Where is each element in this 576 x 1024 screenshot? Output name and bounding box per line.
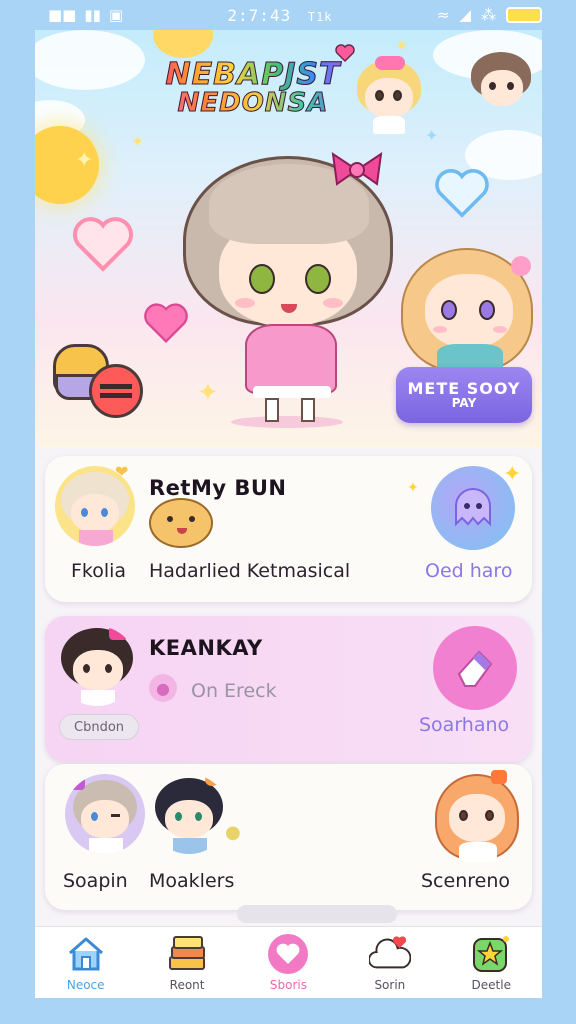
- clock-time: 2:7:43: [227, 5, 292, 25]
- status-badge[interactable]: Cbndon: [59, 714, 140, 740]
- heart-icon: [72, 217, 134, 272]
- eraser-tool-button[interactable]: [433, 626, 517, 710]
- avatar: [65, 774, 145, 854]
- wifi-icon: ≈: [436, 6, 450, 24]
- nav-item-stories[interactable]: Sboris: [243, 933, 333, 992]
- chibi-mascot-small: [353, 56, 425, 136]
- nav-item-recent[interactable]: Reont: [142, 934, 232, 992]
- avatar: [149, 774, 229, 854]
- ghost-icon: [455, 488, 491, 527]
- feature-card-3[interactable]: ● Soapin Moaklers Scenreno: [45, 764, 532, 923]
- bluetooth-icon: ⁂: [481, 6, 496, 24]
- app-frame: ✦ ✦ ✦ ✦ ✦ NEBAPJST NEDONSA METE SOOY PAY…: [35, 30, 542, 998]
- sparkle-icon: ✦: [75, 148, 94, 173]
- status-bar: ■■ ▮▮ ▣ 2:7:43 T1k ≈ ◢ ⁂: [0, 0, 576, 30]
- nav-label: Sorin: [374, 977, 406, 992]
- heart-icon: [335, 44, 355, 62]
- card-description: Moaklers: [149, 870, 235, 892]
- feature-card-2[interactable]: KEANKAY ● On Ereck Cbndon Soarhano: [45, 616, 532, 762]
- nav-label: Deetle: [471, 977, 511, 992]
- card-title: RetMy BUN: [149, 476, 287, 500]
- card-label: Soapin: [63, 870, 128, 892]
- sparkle-icon: ✦: [503, 462, 522, 487]
- cloud-heart-icon: [368, 934, 411, 974]
- chat-bubble-icon: ●: [225, 822, 241, 843]
- sparkle-icon: ✦: [131, 132, 145, 151]
- logo-line1: NEBAPJST: [153, 59, 353, 90]
- star-badge-icon: [470, 934, 512, 974]
- heart-icon: [435, 169, 489, 218]
- meet-cta-line1: METE SOOY: [407, 378, 521, 398]
- chibi-main-character: [173, 148, 403, 428]
- progress-bar: [237, 905, 397, 923]
- chibi-side-character: [399, 244, 539, 374]
- signal-icon: ▮▮: [84, 6, 101, 24]
- cell-signal-icon: ◢: [459, 6, 471, 24]
- card-title: KEANKAY: [149, 636, 263, 660]
- logo-line2: NEDONSA: [153, 90, 353, 117]
- sparkle-icon: ✦: [407, 480, 419, 496]
- hero-banner: ✦ ✦ ✦ ✦ ✦ NEBAPJST NEDONSA METE SOOY PAY: [35, 30, 542, 448]
- card-subtitle: On Ereck: [191, 680, 277, 702]
- heart-icon: ❤: [115, 462, 129, 481]
- chat-bubble-icon: ●: [149, 674, 177, 702]
- nav-label: Reont: [169, 977, 205, 992]
- chibi-avatar: [429, 770, 525, 862]
- nav-item-details[interactable]: Deetle: [446, 934, 536, 992]
- game-controller-icon[interactable]: [53, 340, 145, 420]
- nav-label: Neoce: [66, 977, 105, 992]
- avatar: [57, 626, 137, 706]
- sparkle-icon: ✦: [395, 36, 409, 55]
- home-icon: [65, 934, 107, 974]
- feature-card-1[interactable]: ❤ RetMy BUN Fkolia Hadarlied Ketmasical …: [45, 456, 532, 602]
- battery-icon: [506, 7, 542, 23]
- book-stack-icon: [166, 934, 208, 974]
- chibi-mascot-corner: [471, 52, 533, 114]
- fluffy-pet-icon: [149, 498, 213, 548]
- nav-item-home[interactable]: Neoce: [41, 934, 131, 992]
- clock-extra: T1k: [307, 9, 333, 24]
- card-link[interactable]: Soarhano: [419, 714, 509, 736]
- card-link[interactable]: Scenreno: [421, 870, 510, 892]
- app-logo: NEBAPJST NEDONSA: [153, 59, 353, 117]
- card-description: Hadarlied Ketmasical: [149, 560, 351, 582]
- meet-cta-line2: PAY: [451, 396, 477, 411]
- nav-label: Sboris: [269, 977, 308, 992]
- heart-icon: [267, 933, 309, 974]
- notification-icon: ■■: [48, 6, 77, 24]
- sun-decoration: [153, 30, 213, 58]
- app-badge-icon: ▣: [108, 6, 124, 24]
- meet-cta-button[interactable]: METE SOOY PAY: [396, 367, 532, 423]
- eraser-icon: [457, 650, 493, 687]
- progress-fill: [237, 905, 397, 923]
- bottom-navigation: Neoce Reont Sboris Sorin Deetle: [35, 926, 542, 998]
- nav-item-social[interactable]: Sorin: [345, 934, 435, 992]
- sparkle-icon: ✦: [425, 126, 439, 145]
- cloud-decoration: [35, 30, 145, 90]
- card-label: Fkolia: [71, 560, 127, 582]
- card-link[interactable]: Oed haro: [425, 560, 512, 582]
